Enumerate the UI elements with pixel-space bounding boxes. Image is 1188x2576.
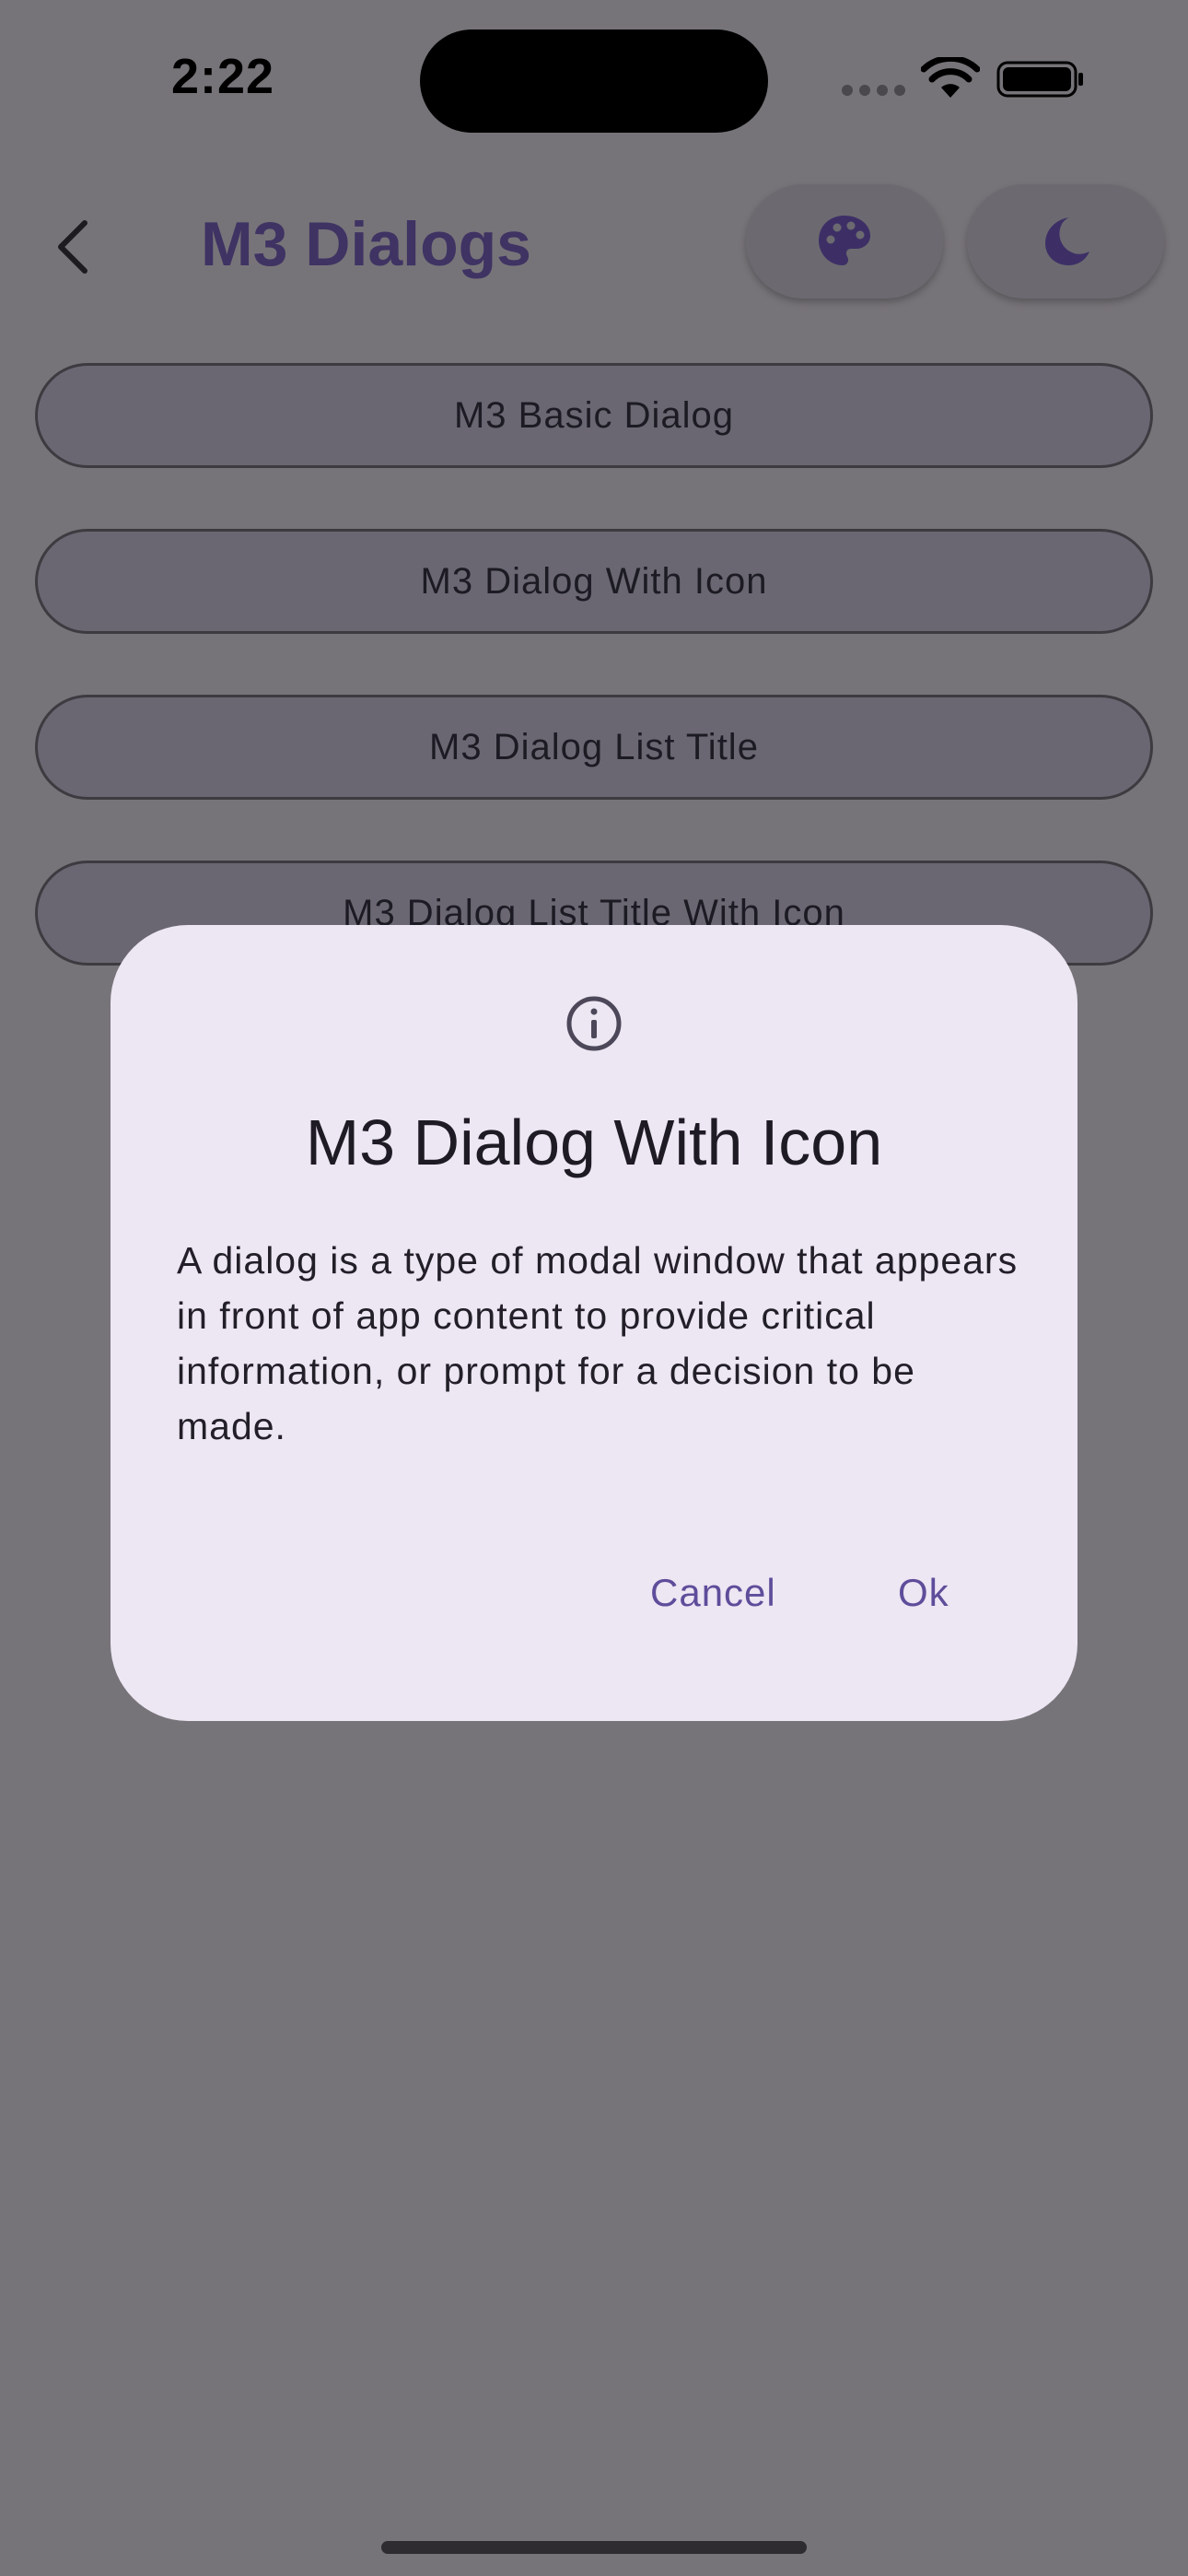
app-bar: M3 Dialogs xyxy=(0,184,1188,304)
dialog-actions: Cancel Ok xyxy=(111,1561,1077,1625)
status-time: 2:22 xyxy=(171,49,275,104)
home-indicator[interactable] xyxy=(381,2541,807,2554)
cancel-button[interactable]: Cancel xyxy=(650,1561,776,1625)
info-icon xyxy=(566,996,622,1051)
page-title: M3 Dialogs xyxy=(201,209,531,279)
ok-button[interactable]: Ok xyxy=(898,1561,949,1625)
cellular-signal-icon xyxy=(842,85,906,98)
moon-icon xyxy=(1045,217,1089,265)
dialog-title: M3 Dialog With Icon xyxy=(305,1107,883,1178)
palette-button[interactable] xyxy=(746,184,943,299)
dialog-list-title-button[interactable]: M3 Dialog List Title xyxy=(35,695,1153,800)
battery-icon xyxy=(996,61,1083,98)
basic-dialog-button[interactable]: M3 Basic Dialog xyxy=(35,363,1153,468)
dialog-body: A dialog is a type of modal window that … xyxy=(177,1239,1019,1447)
status-bar: 2:22 xyxy=(0,0,1188,147)
dynamic-island xyxy=(420,29,768,133)
palette-icon xyxy=(819,216,870,265)
chevron-left-icon xyxy=(58,220,87,274)
dialog-with-icon-button[interactable]: M3 Dialog With Icon xyxy=(35,529,1153,634)
theme-toggle-button[interactable] xyxy=(967,184,1164,299)
back-button[interactable] xyxy=(28,203,116,291)
wifi-icon xyxy=(921,57,980,98)
dialog: M3 Dialog With Icon A dialog is a type o… xyxy=(111,925,1077,1721)
